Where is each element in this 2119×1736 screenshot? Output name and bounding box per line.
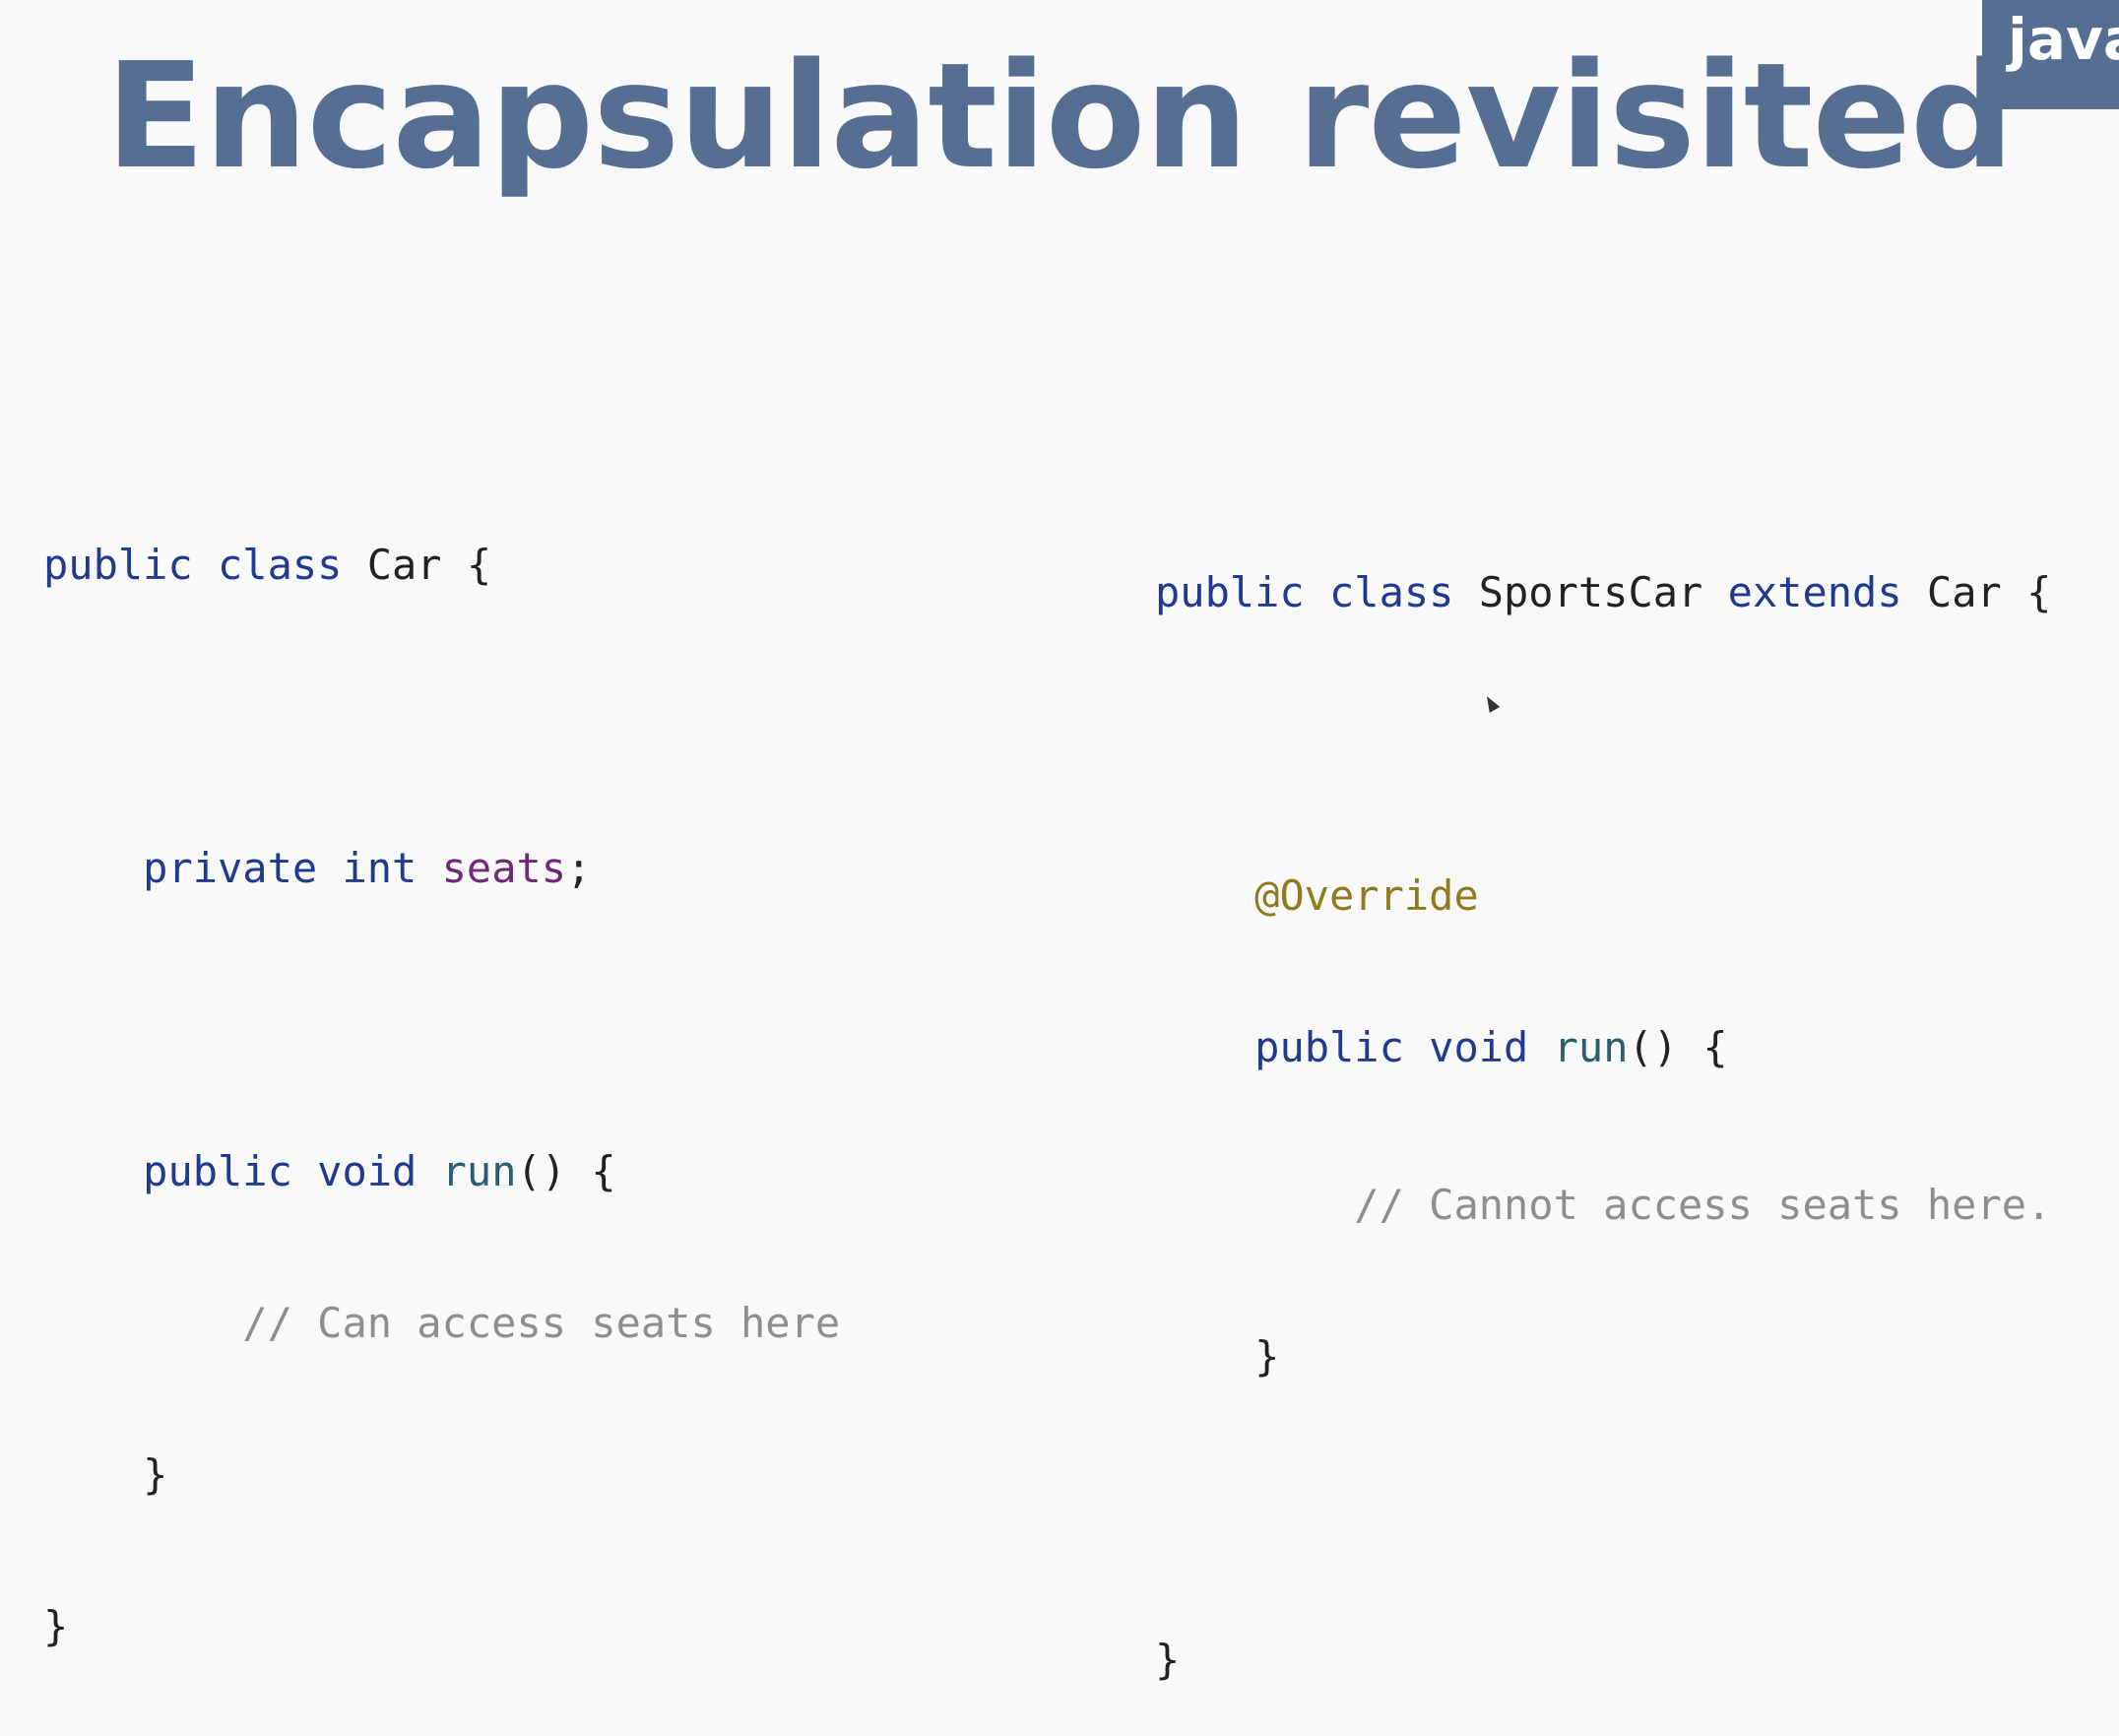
code-line: }	[1155, 1633, 2051, 1688]
keyword-void: void	[1429, 1023, 1529, 1071]
code-line: }	[43, 1599, 840, 1654]
code-line: @Override	[1155, 868, 2051, 924]
code-line: // Cannot access seats here.	[1155, 1178, 2051, 1233]
method-params: ()	[1628, 1023, 1679, 1071]
open-brace: {	[591, 1147, 616, 1195]
code-line: public void run() {	[43, 1144, 840, 1199]
code-line: public void run() {	[1155, 1020, 2051, 1075]
code-line: public class SportsCar extends Car {	[1155, 565, 2051, 620]
open-brace: {	[1702, 1023, 1728, 1071]
car-class-code-block: public class Car { private int seats; pu…	[43, 441, 840, 1703]
close-brace: }	[1155, 1636, 1181, 1684]
class-name: Car	[366, 541, 442, 589]
slide-title: Encapsulation revisited	[105, 32, 2015, 201]
keyword-extends: extends	[1727, 568, 1902, 616]
semicolon: ;	[566, 844, 592, 892]
code-line: private int seats;	[43, 841, 840, 896]
code-line: // Can access seats here	[43, 1296, 840, 1351]
method-run: run	[1553, 1023, 1629, 1071]
code-comment: // Can access seats here	[242, 1299, 841, 1347]
parent-class-name: Car	[1926, 568, 2002, 616]
close-brace: }	[43, 1602, 69, 1650]
keyword-private: private	[143, 844, 318, 892]
close-brace: }	[1254, 1332, 1280, 1381]
class-name: SportsCar	[1478, 568, 1703, 616]
keyword-public: public	[1254, 1023, 1404, 1071]
close-brace: }	[143, 1450, 168, 1499]
keyword-int: int	[342, 844, 417, 892]
keyword-public: public	[143, 1147, 292, 1195]
sportscar-class-code-block: public class SportsCar extends Car { @Ov…	[1155, 469, 2051, 1736]
annotation-override: @Override	[1254, 871, 1479, 920]
code-comment: // Cannot access seats here.	[1354, 1181, 2052, 1229]
method-params: ()	[516, 1147, 567, 1195]
keyword-public-class: public class	[43, 541, 343, 589]
method-run: run	[441, 1147, 517, 1195]
keyword-void: void	[317, 1147, 417, 1195]
field-seats: seats	[441, 844, 567, 892]
code-line: }	[43, 1447, 840, 1503]
keyword-public-class: public class	[1155, 568, 1454, 616]
java-badge: java	[1982, 0, 2119, 109]
open-brace: {	[2026, 568, 2052, 616]
open-brace: {	[466, 541, 492, 589]
code-line: }	[1155, 1329, 2051, 1384]
code-line: public class Car {	[43, 538, 840, 593]
